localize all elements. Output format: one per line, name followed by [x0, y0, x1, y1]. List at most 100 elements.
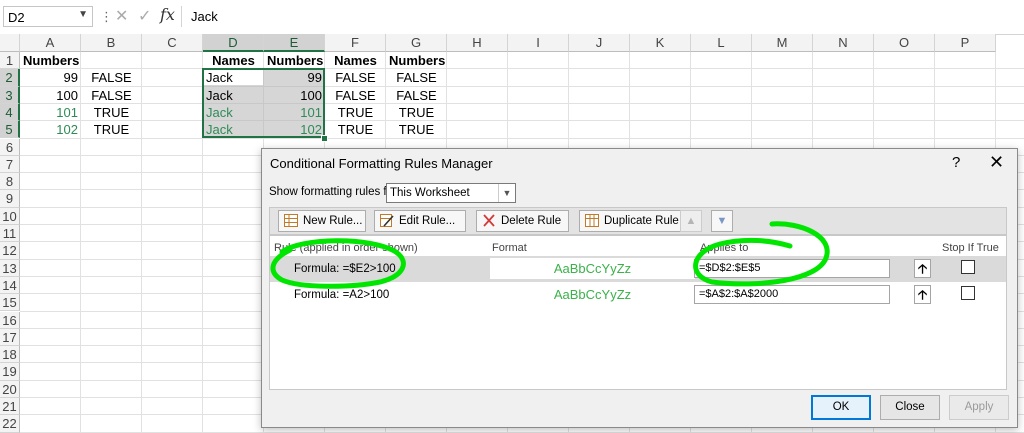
apply-button[interactable]: Apply: [949, 395, 1009, 420]
cell-b2[interactable]: FALSE: [81, 69, 142, 86]
row-header-12[interactable]: 12: [0, 242, 20, 260]
show-rules-select[interactable]: This Worksheet ▼: [386, 183, 516, 203]
row-header-1[interactable]: 1: [0, 52, 20, 70]
formula-input[interactable]: Jack: [181, 6, 1022, 27]
delete-rule-button[interactable]: Delete Rule: [476, 210, 569, 232]
new-rule-button[interactable]: New Rule...: [278, 210, 366, 232]
cell-f2[interactable]: FALSE: [325, 69, 386, 86]
cell-e3[interactable]: 100: [264, 87, 325, 104]
row-header-5[interactable]: 5: [0, 121, 20, 139]
cell-d5[interactable]: Jack: [203, 121, 264, 138]
insert-function-icon[interactable]: fx: [160, 5, 175, 24]
row-header-21[interactable]: 21: [0, 398, 20, 416]
column-header-n[interactable]: N: [813, 34, 874, 52]
row-header-11[interactable]: 11: [0, 225, 20, 243]
rules-list: Rule (applied in order shown) Format App…: [269, 235, 1007, 390]
column-header-i[interactable]: I: [508, 34, 569, 52]
cell-f1[interactable]: Names: [325, 52, 386, 69]
cell-d2[interactable]: Jack: [203, 69, 264, 86]
row-header-16[interactable]: 16: [0, 311, 20, 329]
cell-a5[interactable]: 102: [20, 121, 81, 138]
column-header-d[interactable]: D: [203, 34, 264, 52]
close-icon[interactable]: ✕: [989, 152, 1004, 173]
row-header-14[interactable]: 14: [0, 276, 20, 295]
column-header-k[interactable]: K: [630, 34, 691, 52]
range-picker-arrow-icon[interactable]: 🡡: [914, 259, 931, 278]
cell-e5[interactable]: 102: [264, 121, 325, 138]
stop-if-true-checkbox[interactable]: [961, 286, 975, 300]
cell-b3[interactable]: FALSE: [81, 87, 142, 104]
cell-f3[interactable]: FALSE: [325, 87, 386, 104]
cell-f4[interactable]: TRUE: [325, 104, 386, 121]
column-header-e[interactable]: E: [264, 34, 325, 52]
enter-check-icon[interactable]: ✓: [138, 6, 151, 26]
row-header-7[interactable]: 7: [0, 155, 20, 174]
edit-rule-button[interactable]: Edit Rule...: [374, 210, 466, 232]
row-header-17[interactable]: 17: [0, 328, 20, 347]
column-header-m[interactable]: M: [752, 34, 813, 52]
column-header-l[interactable]: L: [691, 34, 752, 52]
cell-a4[interactable]: 101: [20, 104, 81, 121]
cell-a1[interactable]: Numbers: [20, 52, 81, 69]
row-header-2[interactable]: 2: [0, 69, 20, 87]
move-down-button[interactable]: ▼: [711, 210, 733, 232]
row-header-20[interactable]: 20: [0, 380, 20, 398]
show-rules-value: This Worksheet: [390, 187, 470, 199]
row-header-4[interactable]: 4: [0, 103, 20, 122]
rule-row[interactable]: Formula: =A2>100 AaBbCcYyZz =$A$2:$A$200…: [270, 282, 1006, 308]
select-all-corner[interactable]: [0, 34, 20, 52]
row-header-18[interactable]: 18: [0, 346, 20, 364]
cell-b4[interactable]: TRUE: [81, 104, 142, 121]
cell-e2[interactable]: 99: [264, 69, 325, 86]
row-header-8[interactable]: 8: [0, 173, 20, 191]
row-header-6[interactable]: 6: [0, 138, 20, 156]
cell-e4[interactable]: 101: [264, 104, 325, 121]
cell-g4[interactable]: TRUE: [386, 104, 447, 121]
cell-d4[interactable]: Jack: [203, 104, 264, 121]
column-header-h[interactable]: H: [447, 34, 508, 52]
column-header-o[interactable]: O: [874, 34, 935, 52]
row-header-19[interactable]: 19: [0, 363, 20, 381]
applies-to-input[interactable]: =$D$2:$E$5: [694, 259, 890, 278]
help-icon[interactable]: ?: [952, 154, 960, 171]
column-header-j[interactable]: J: [569, 34, 630, 52]
row-header-10[interactable]: 10: [0, 207, 20, 225]
more-options-icon[interactable]: ⋮: [100, 9, 113, 25]
cell-d3[interactable]: Jack: [203, 87, 264, 104]
row-header-22[interactable]: 22: [0, 415, 20, 433]
stop-if-true-checkbox[interactable]: [961, 260, 975, 274]
ok-button[interactable]: OK: [811, 395, 871, 420]
cell-d1[interactable]: Names: [203, 52, 264, 69]
duplicate-rule-button[interactable]: Duplicate Rule: [579, 210, 689, 232]
row-header-3[interactable]: 3: [0, 86, 20, 104]
column-header-a[interactable]: A: [20, 34, 81, 52]
cell-g5[interactable]: TRUE: [386, 121, 447, 138]
cell-f5[interactable]: TRUE: [325, 121, 386, 138]
cell-g2[interactable]: FALSE: [386, 69, 447, 86]
cell-a2[interactable]: 99: [20, 69, 81, 86]
delete-rule-label: Delete Rule: [501, 215, 562, 227]
column-header-f[interactable]: F: [325, 34, 386, 52]
close-button[interactable]: Close: [880, 395, 940, 420]
cell-e1[interactable]: Numbers: [264, 52, 325, 69]
cell-g3[interactable]: FALSE: [386, 87, 447, 104]
chevron-down-icon[interactable]: ▼: [498, 184, 515, 202]
cancel-icon[interactable]: ✕: [115, 6, 128, 26]
row-header-15[interactable]: 15: [0, 294, 20, 312]
column-header-p[interactable]: P: [935, 34, 996, 52]
range-picker-arrow-icon[interactable]: 🡡: [914, 285, 931, 304]
rule-row[interactable]: Formula: =$E2>100 AaBbCcYyZz =$D$2:$E$5 …: [270, 256, 1006, 282]
applies-to-input[interactable]: =$A$2:$A$2000: [694, 285, 890, 304]
row-header-9[interactable]: 9: [0, 190, 20, 208]
cell-a3[interactable]: 100: [20, 87, 81, 104]
column-header-c[interactable]: C: [142, 34, 203, 52]
name-box[interactable]: D2 ▼: [3, 6, 93, 27]
move-up-button[interactable]: ▲: [680, 210, 702, 232]
chevron-down-icon[interactable]: ▼: [78, 9, 88, 20]
row-header-13[interactable]: 13: [0, 259, 20, 277]
dialog-title: Conditional Formatting Rules Manager: [270, 156, 493, 171]
cell-g1[interactable]: Numbers: [386, 52, 447, 69]
cell-b5[interactable]: TRUE: [81, 121, 142, 138]
column-header-b[interactable]: B: [81, 34, 142, 52]
column-header-g[interactable]: G: [386, 34, 447, 52]
